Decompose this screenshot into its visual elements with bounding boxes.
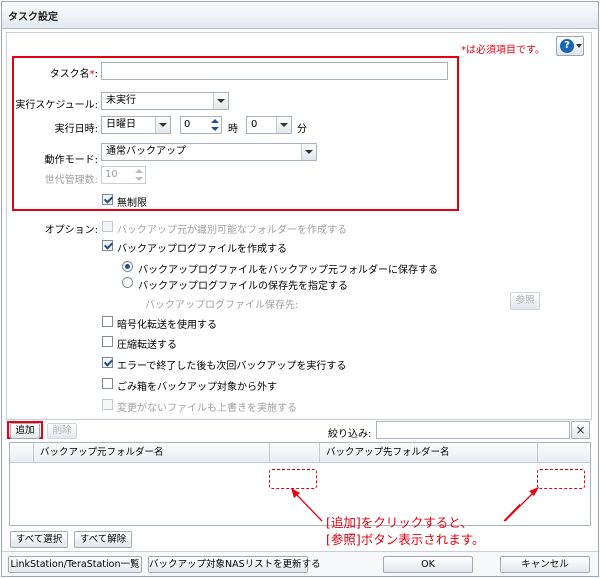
compress-label: 圧縮転送する: [117, 340, 177, 351]
create-log-label: バックアップログファイルを作成する: [117, 244, 287, 255]
identifiable-folder-checkbox[interactable]: [102, 221, 113, 232]
generations-label: 世代管理数:: [44, 175, 98, 186]
grid-header-source[interactable]: バックアップ元フォルダー名: [34, 443, 270, 463]
schedule-value: 未実行: [106, 95, 136, 106]
task-name-input[interactable]: [101, 62, 448, 80]
specify-log-dest-radio[interactable]: [122, 277, 133, 288]
chevron-down-icon: [213, 93, 228, 109]
encrypt-checkbox[interactable]: [102, 316, 113, 327]
help-icon: ?: [560, 39, 574, 53]
deselect-all-button[interactable]: すべて解除: [74, 531, 132, 548]
save-log-source-radio[interactable]: [122, 261, 133, 272]
grid-header: バックアップ元フォルダー名 バックアップ先フォルダー名: [10, 443, 590, 463]
cancel-button[interactable]: キャンセル: [500, 556, 590, 573]
select-all-button[interactable]: すべて選択: [10, 531, 68, 548]
title-bar: [2, 2, 598, 29]
hour-value: 0: [184, 119, 191, 130]
compress-checkbox[interactable]: [102, 336, 113, 347]
options-label: オプション:: [44, 225, 98, 236]
hour-unit: 時: [228, 124, 238, 135]
datetime-label: 実行日時:: [54, 124, 98, 135]
add-button[interactable]: 追加: [10, 423, 40, 439]
dialog-title: タスク設定: [8, 12, 58, 23]
filter-input[interactable]: [376, 421, 570, 439]
grid-header-dest-browse: [538, 443, 590, 463]
generations-value: 10: [105, 169, 118, 180]
arrow-icon: [505, 487, 539, 522]
chevron-down-icon: [301, 144, 316, 160]
spinner-icon[interactable]: [208, 117, 221, 133]
retry-after-error-checkbox[interactable]: [102, 357, 113, 368]
day-select[interactable]: 日曜日: [101, 116, 171, 134]
chevron-down-icon: [276, 117, 291, 133]
label-colon: :: [94, 69, 98, 80]
close-icon[interactable]: ×: [571, 421, 590, 439]
mode-select[interactable]: 通常バックアップ: [101, 143, 317, 161]
browse-button[interactable]: 参照: [510, 292, 540, 310]
specify-log-dest-label: バックアップログファイルの保存先を指定する: [138, 281, 348, 292]
grid-header-check-column[interactable]: [10, 443, 34, 463]
help-button[interactable]: ?: [556, 36, 584, 56]
mode-value: 通常バックアップ: [106, 146, 186, 157]
filter-label: 絞り込み:: [328, 429, 372, 440]
mode-label: 動作モード:: [44, 155, 98, 166]
generations-spinner[interactable]: 10: [101, 166, 146, 184]
minute-unit: 分: [297, 124, 307, 135]
minute-select[interactable]: 0: [246, 116, 292, 134]
required-note: *は必須項目です。: [461, 45, 545, 56]
task-name-label: タスク名*:: [20, 65, 98, 80]
annotation-line2: [参照]ボタン表示されます。: [326, 532, 485, 547]
unlimited-checkbox[interactable]: [102, 194, 113, 205]
schedule-select[interactable]: 未実行: [101, 92, 229, 110]
linkstation-list-button[interactable]: LinkStation/TeraStation一覧: [8, 556, 142, 573]
schedule-label: 実行スケジュール:: [15, 100, 98, 111]
unlimited-label: 無制限: [117, 198, 147, 209]
ok-button[interactable]: OK: [383, 556, 473, 573]
day-value: 日曜日: [106, 119, 136, 130]
task-name-label-text: タスク名: [49, 69, 90, 80]
create-log-checkbox[interactable]: [102, 240, 113, 251]
exclude-trash-checkbox[interactable]: [102, 378, 113, 389]
chevron-down-icon: [576, 44, 582, 48]
grid-header-dest[interactable]: バックアップ先フォルダー名: [320, 443, 538, 463]
chevron-down-icon: [155, 117, 170, 133]
delete-button[interactable]: 削除: [47, 423, 77, 439]
spinner-icon: [132, 167, 145, 183]
encrypt-label: 暗号化転送を使用する: [117, 320, 217, 331]
identifiable-folder-label: バックアップ元が識別可能なフォルダーを作成する: [117, 225, 347, 236]
overwrite-unchanged-checkbox[interactable]: [102, 399, 113, 410]
log-dest-label: バックアップログファイル保存先:: [145, 300, 299, 311]
overwrite-unchanged-label: 変更がないファイルも上書きを実施する: [117, 403, 297, 414]
exclude-trash-label: ごみ箱をバックアップ対象から外す: [117, 382, 277, 393]
minute-value: 0: [251, 119, 258, 130]
grid-header-source-browse: [270, 443, 320, 463]
hour-spinner[interactable]: 0: [180, 116, 222, 134]
save-log-source-label: バックアップログファイルをバックアップ元フォルダーに保存する: [138, 265, 438, 276]
retry-after-error-label: エラーで終了した後も次回バックアップを実行する: [117, 361, 347, 372]
refresh-nas-list-button[interactable]: バックアップ対象NASリストを更新する: [148, 556, 321, 573]
